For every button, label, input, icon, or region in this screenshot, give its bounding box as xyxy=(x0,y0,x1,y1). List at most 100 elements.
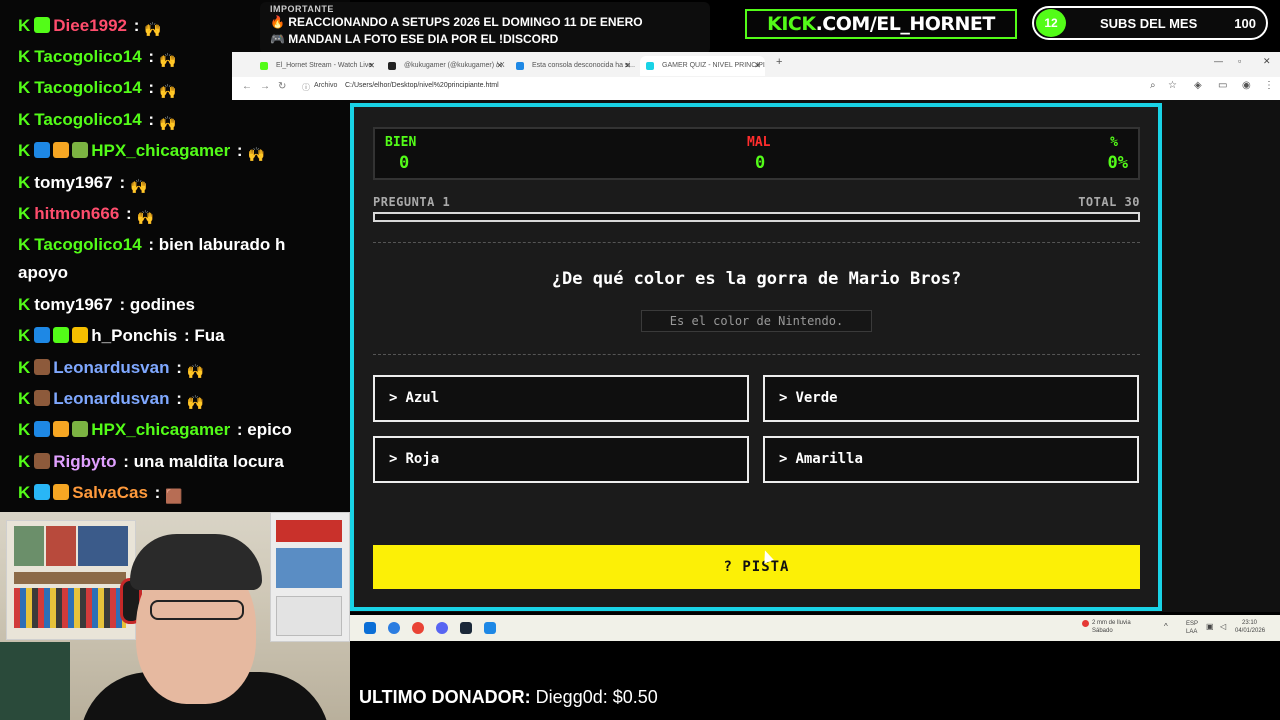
kick-badge-icon: K xyxy=(18,110,31,129)
network-icon[interactable]: ▣ xyxy=(1206,623,1214,631)
address-bar-url[interactable]: C:/Users/elhor/Desktop/nivel%20principia… xyxy=(345,82,499,89)
info-icon[interactable]: ⓘ xyxy=(302,82,310,93)
chat-badge-icon xyxy=(34,142,51,158)
forward-icon[interactable]: → xyxy=(260,81,270,92)
browser-tab[interactable]: El_Hornet Stream - Watch Live ✕ xyxy=(254,56,379,76)
clock-time[interactable]: 23:10 xyxy=(1242,620,1257,627)
wrong-count: 0 xyxy=(755,153,766,173)
subs-goal: 100 xyxy=(1234,16,1256,31)
kick-badge-icon: K xyxy=(18,16,31,35)
browser-icon[interactable] xyxy=(412,622,424,634)
bookmark-star-icon[interactable]: ☆ xyxy=(1168,80,1177,91)
chat-username[interactable]: Leonardusvan xyxy=(53,358,169,377)
chat-separator: : xyxy=(114,173,130,192)
last-donor-widget: ULTIMO DONADOR: Diegg0d: $0.50 xyxy=(359,687,658,708)
hint-button[interactable]: ? PISTA xyxy=(373,545,1140,589)
close-tab-icon[interactable]: ✕ xyxy=(368,56,375,76)
chat-text: una maldita locura xyxy=(133,452,284,471)
answer-label: Azul xyxy=(405,390,440,406)
file-explorer-icon[interactable] xyxy=(388,622,400,634)
kick-badge-icon: K xyxy=(18,326,31,345)
hint-text: Es el color de Nintendo. xyxy=(641,310,872,332)
gamer-quiz-panel: BIEN 0 MAL 0 % 0% PREGUNTA 1 TOTAL 30 ¿D… xyxy=(350,103,1162,611)
windows-taskbar: 2 mm de lluvia Sábado ^ ESP LAA ▣ ◁ 23:1… xyxy=(350,615,1280,641)
back-icon[interactable]: ← xyxy=(242,81,252,92)
answer-label: Verde xyxy=(795,390,838,406)
weather-icon xyxy=(1082,620,1089,627)
minimize-icon[interactable]: — xyxy=(1214,56,1223,66)
chat-username[interactable]: SalvaCas xyxy=(72,483,148,502)
chat-emote: 🙌 xyxy=(159,83,177,99)
chat-badge-icon xyxy=(72,421,89,437)
start-icon[interactable] xyxy=(364,622,376,634)
chat-username[interactable]: tomy1967 xyxy=(34,295,112,314)
banner-line-2: 🎮 MANDAN LA FOTO ESE DIA POR EL !DISCORD xyxy=(270,32,559,46)
chat-username[interactable]: Tacogolico14 xyxy=(34,47,141,66)
tab-title: El_Hornet Stream - Watch Live xyxy=(276,62,373,69)
chevron-right-icon: > xyxy=(779,390,788,406)
chat-separator: : xyxy=(232,141,248,160)
chat-username[interactable]: Tacogolico14 xyxy=(34,78,141,97)
banner-line-1: 🔥 REACCIONANDO A SETUPS 2026 EL DOMINGO … xyxy=(270,15,643,29)
close-window-icon[interactable]: ✕ xyxy=(1263,56,1271,67)
volume-icon[interactable]: ◁ xyxy=(1220,623,1226,631)
subs-goal-widget: 12 SUBS DEL MES 100 xyxy=(1032,6,1268,40)
kick-badge-icon: K xyxy=(18,358,31,377)
chat-badge-icon xyxy=(34,359,51,375)
close-tab-icon[interactable]: ✕ xyxy=(754,56,761,76)
kick-badge-icon: K xyxy=(18,389,31,408)
browser-tab[interactable]: @kukugamer (@kukugamer) / X ✕ xyxy=(382,56,507,76)
menu-icon[interactable]: ⋮ xyxy=(1264,80,1274,91)
answer-option-2[interactable]: > Verde xyxy=(763,375,1139,422)
profile-icon[interactable]: ◉ xyxy=(1242,80,1251,91)
tab-groups-icon[interactable]: ▭ xyxy=(1218,80,1227,91)
chat-username[interactable]: Tacogolico14 xyxy=(34,110,141,129)
chat-username[interactable]: Diee1992 xyxy=(53,16,127,35)
chat-badge-icon xyxy=(72,142,89,158)
answer-option-3[interactable]: > Roja xyxy=(373,436,749,483)
new-tab-button[interactable]: + xyxy=(776,56,782,68)
store-icon[interactable] xyxy=(484,622,496,634)
question-text: ¿De qué color es la gorra de Mario Bros? xyxy=(551,269,962,289)
chat-message: Ktomy1967 : 🙌 xyxy=(18,169,338,197)
chat-username[interactable]: tomy1967 xyxy=(34,173,112,192)
correct-label: BIEN xyxy=(385,135,417,150)
kick-logo: KICK xyxy=(767,13,816,35)
answer-option-4[interactable]: > Amarilla xyxy=(763,436,1139,483)
reload-icon[interactable]: ↻ xyxy=(278,81,286,92)
tray-chevron-icon[interactable]: ^ xyxy=(1164,623,1168,631)
chat-username[interactable]: HPX_chicagamer xyxy=(91,141,230,160)
divider xyxy=(373,354,1140,355)
extensions-icon[interactable]: ◈ xyxy=(1194,80,1202,91)
browser-tab[interactable]: GAMER QUIZ - NIVEL PRINCIPIANTE✕ xyxy=(640,56,765,76)
tab-favicon-icon xyxy=(646,62,654,70)
chat-username[interactable]: Rigbyto xyxy=(53,452,116,471)
language-indicator[interactable]: ESP xyxy=(1186,621,1198,628)
answer-label: Amarilla xyxy=(795,451,863,467)
chat-separator: : xyxy=(143,47,159,66)
close-tab-icon[interactable]: ✕ xyxy=(496,56,503,76)
chat-emote: 🙌 xyxy=(130,178,148,194)
close-tab-icon[interactable]: ✕ xyxy=(624,56,631,76)
chat-separator: : xyxy=(121,204,137,223)
chat-username[interactable]: HPX_chicagamer xyxy=(91,420,230,439)
chat-username[interactable]: Leonardusvan xyxy=(53,389,169,408)
chat-emote: 🙌 xyxy=(186,394,205,410)
chat-emote: 🙌 xyxy=(159,115,177,131)
webcam-feed xyxy=(0,512,350,720)
question-total: TOTAL 30 xyxy=(1078,195,1140,209)
chat-username[interactable]: Tacogolico14 xyxy=(34,235,141,254)
steam-icon[interactable] xyxy=(460,622,472,634)
percent-value: 0% xyxy=(1107,153,1128,173)
glasses xyxy=(150,600,244,620)
chat-username[interactable]: hitmon666 xyxy=(34,204,119,223)
donor-value: Diegg0d: $0.50 xyxy=(535,687,658,707)
announcement-banner: IMPORTANTE 🔥 REACCIONANDO A SETUPS 2026 … xyxy=(260,2,710,54)
chat-message: K Leonardusvan : 🙌 xyxy=(18,385,338,413)
browser-tab[interactable]: Esta consola desconocida ha si... ✕ xyxy=(510,56,635,76)
discord-icon[interactable] xyxy=(436,622,448,634)
chat-username[interactable]: h_Ponchis xyxy=(91,326,177,345)
answer-option-1[interactable]: > Azul xyxy=(373,375,749,422)
maximize-icon[interactable]: ▫ xyxy=(1238,56,1241,66)
zoom-icon[interactable]: ⌕ xyxy=(1150,80,1156,91)
